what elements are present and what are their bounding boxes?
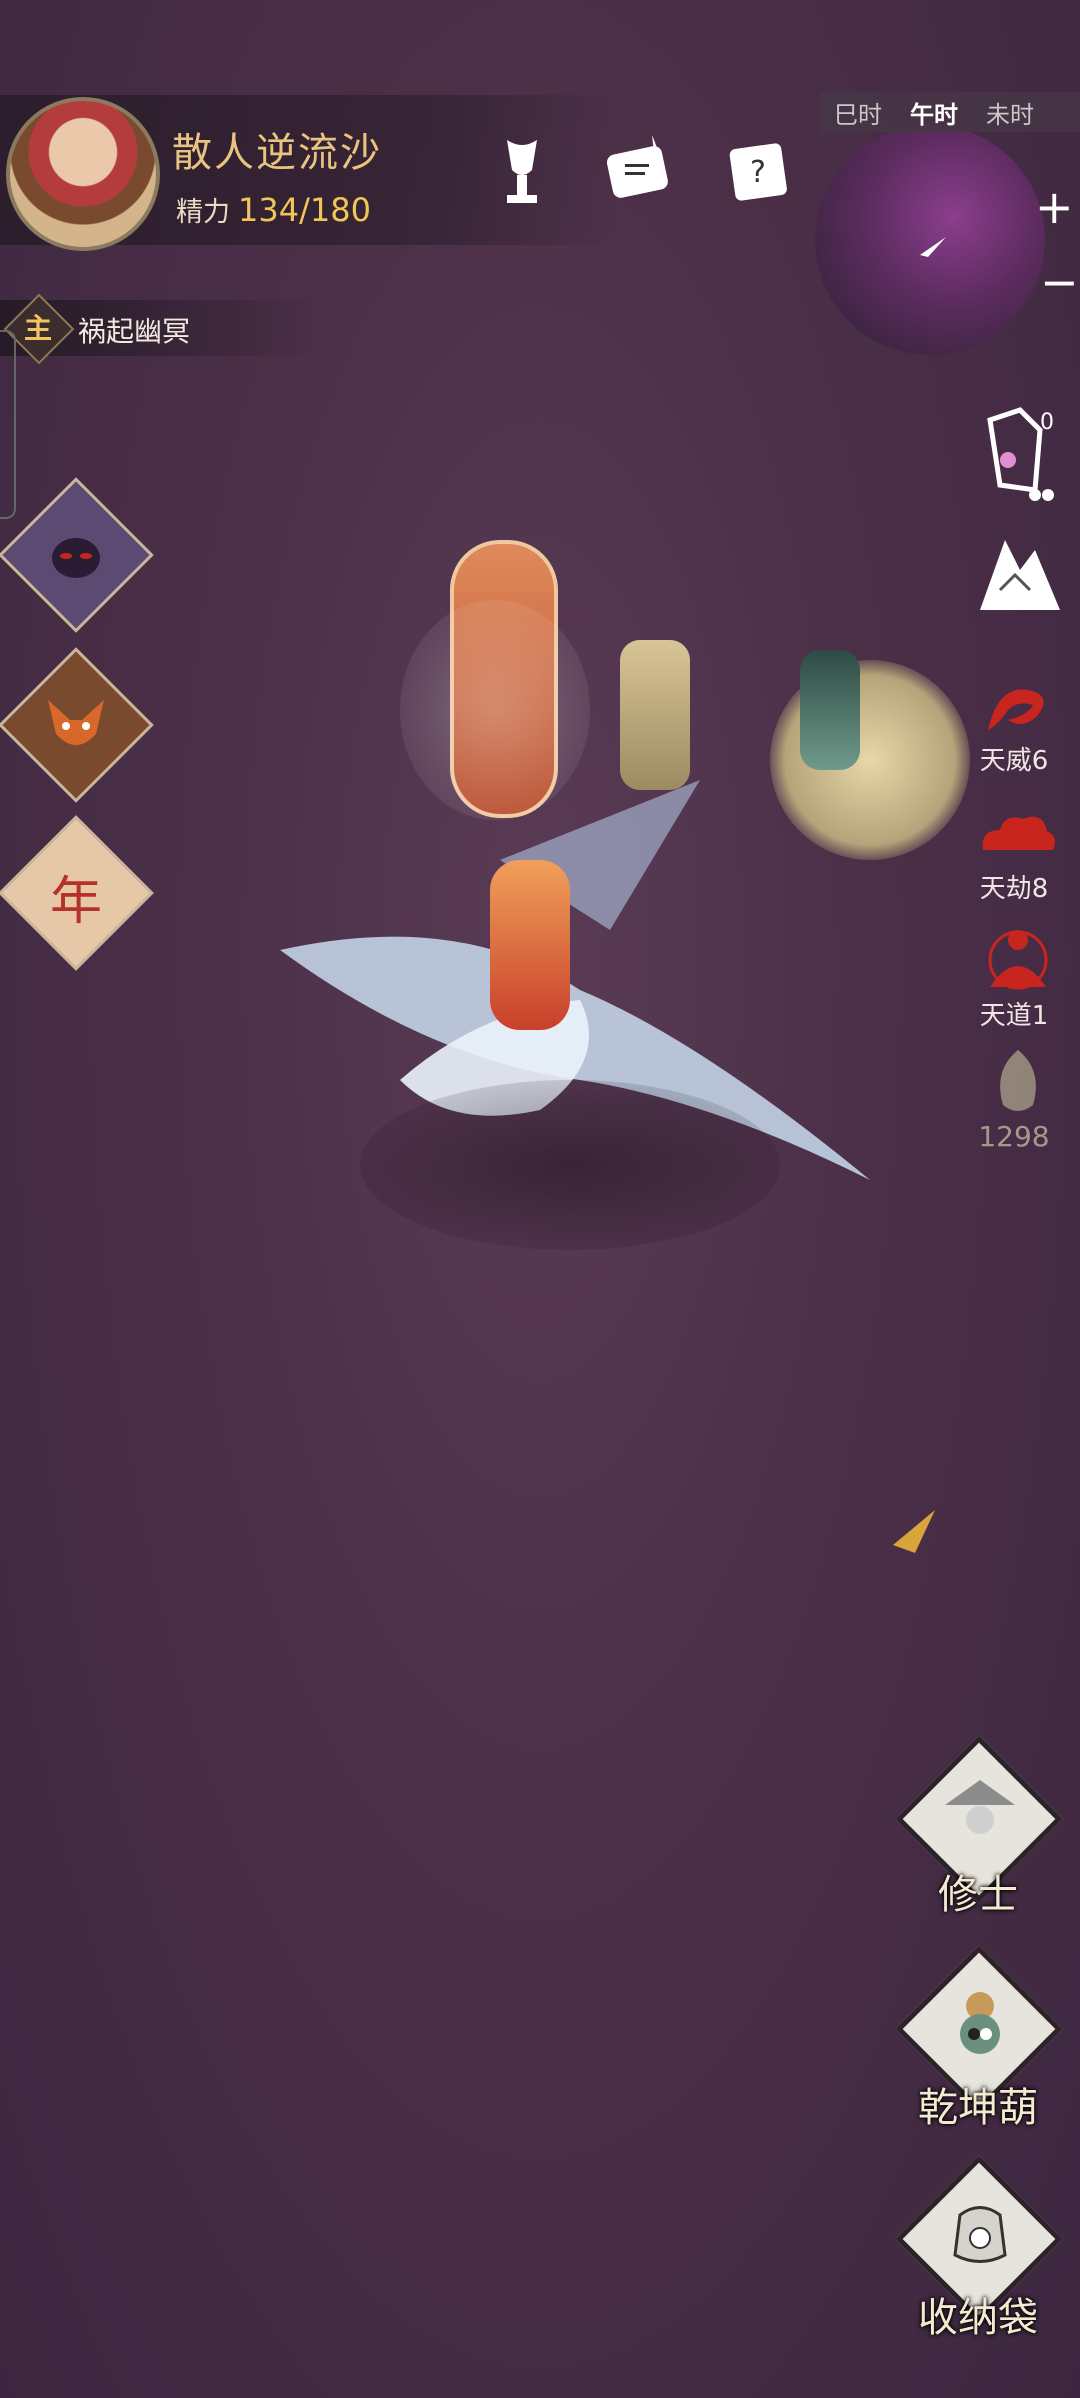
fox-mask-icon <box>40 690 112 762</box>
player-character-sprite <box>490 860 570 1030</box>
mountain-icon[interactable] <box>975 530 1065 620</box>
time-bar: 巳时 午时 未时 <box>820 92 1080 132</box>
npc-green-sprite <box>800 650 860 770</box>
meditate-icon[interactable] <box>980 925 1056 995</box>
side-drawer-handle[interactable] <box>0 330 16 519</box>
cultivator-label: 修士 <box>938 1872 1018 1918</box>
player-name: 散人逆流沙 <box>172 130 382 176</box>
time-item-wei: 未时 <box>986 100 1034 129</box>
cloud-icon[interactable] <box>975 805 1061 865</box>
cultivator-icon <box>940 1770 1020 1850</box>
status-label-tiandao: 天道1 <box>979 1001 1049 1031</box>
trophy-icon[interactable] <box>482 130 562 210</box>
spirit-count: 1298 <box>978 1120 1050 1153</box>
direction-arrow-icon <box>885 1505 945 1565</box>
question-scroll-icon[interactable]: ? <box>718 130 798 210</box>
demon-face-icon <box>40 520 112 592</box>
stamina-display: 精力 134/180 <box>176 190 371 229</box>
ground-shadow <box>360 1080 780 1250</box>
time-item-wu: 午时 <box>910 100 958 129</box>
dragon-icon[interactable] <box>978 675 1058 745</box>
quest-name[interactable]: 祸起幽冥 <box>78 310 190 350</box>
storage-bag-label: 收纳袋 <box>918 2295 1038 2341</box>
quest-badge-text: 主 <box>24 312 53 345</box>
new-year-label: 年 <box>49 871 102 932</box>
stamina-value: 134/180 <box>238 191 371 229</box>
spirit-icon[interactable] <box>978 1045 1058 1120</box>
time-item-si: 巳时 <box>834 100 882 129</box>
music-lantern-count: 0 <box>1040 410 1054 435</box>
stamina-label: 精力 <box>176 197 230 228</box>
player-map-marker <box>918 235 948 265</box>
npc-scholar-sprite <box>620 640 690 790</box>
gourd-icon <box>940 1980 1020 2060</box>
status-label-tianjie: 天劫8 <box>979 874 1049 904</box>
bag-icon <box>940 2190 1020 2270</box>
scroll-quest-icon[interactable] <box>597 130 677 210</box>
svg-text:?: ? <box>750 155 766 190</box>
zoom-out-button[interactable]: − <box>1040 255 1079 309</box>
status-label-tianwei: 天威6 <box>979 746 1049 776</box>
avatar[interactable] <box>6 97 160 251</box>
zoom-in-button[interactable]: + <box>1035 180 1074 234</box>
gourd-label: 乾坤葫 <box>918 2085 1038 2131</box>
